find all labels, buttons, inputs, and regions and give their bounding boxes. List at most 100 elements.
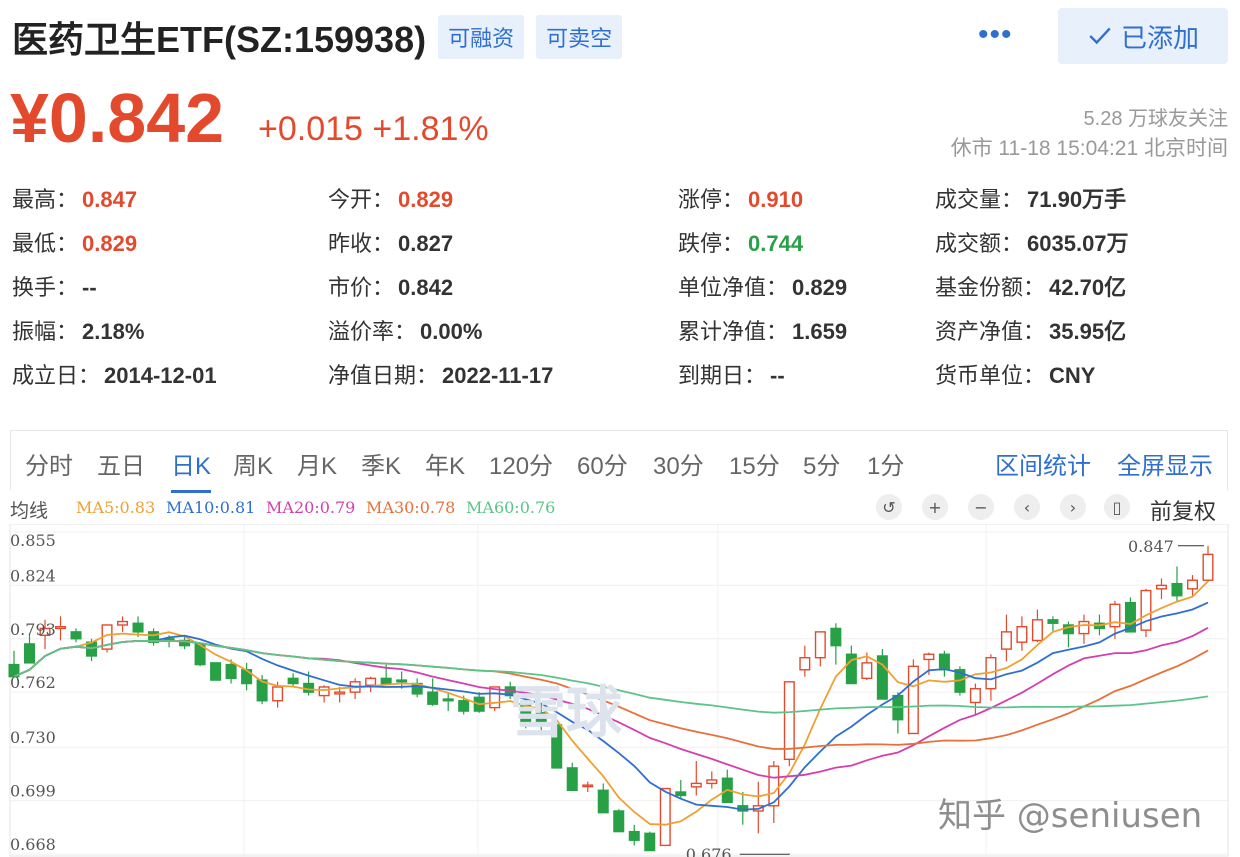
stat-value: 2022-11-17 — [442, 363, 554, 388]
stat-label: 资产净值： — [935, 319, 1046, 344]
page-title: 医药卫生ETF(SZ:159938) — [12, 19, 427, 60]
fullscreen-link[interactable]: 全屏显示 — [1117, 446, 1213, 481]
candle-body — [1171, 582, 1183, 597]
ma-label-1: MA10:0.81 — [166, 498, 256, 517]
margin-tag[interactable]: 可融资 — [438, 15, 525, 59]
adjust-select[interactable]: 前复权 — [1150, 494, 1216, 526]
tab-12[interactable]: 1分 — [867, 446, 904, 481]
candle-body — [597, 789, 609, 814]
candle-body — [923, 653, 935, 661]
stat-label: 振幅： — [12, 319, 79, 344]
added-watchlist-button[interactable]: 已添加 — [1058, 8, 1228, 64]
stat-item: 单位净值： 0.829 — [678, 270, 847, 302]
candle-body — [117, 620, 129, 626]
tab-6[interactable]: 年K — [425, 446, 465, 481]
more-icon[interactable]: ••• — [978, 18, 1013, 52]
stat-value: 0.847 — [82, 187, 138, 212]
zoom-in-icon[interactable]: + — [922, 494, 948, 520]
prev-icon[interactable]: ‹ — [1014, 494, 1040, 520]
undo-icon[interactable]: ↺ — [876, 494, 902, 520]
candle-body — [380, 677, 392, 685]
candle-body — [1047, 619, 1059, 624]
stat-item: 货币单位： CNY — [935, 358, 1095, 390]
candle-body — [272, 686, 284, 702]
stat-value: 42.70亿 — [1049, 275, 1127, 300]
candle-body — [458, 700, 470, 712]
candle-body — [628, 830, 640, 841]
y-tick-label: 0.668 — [10, 835, 56, 854]
candle-body — [318, 686, 330, 697]
candle-body — [566, 767, 578, 791]
candle-body — [1031, 619, 1043, 642]
candle-body — [907, 665, 919, 735]
candle-icon[interactable]: ▯ — [1104, 494, 1130, 520]
stat-item: 资产净值： 35.95亿 — [935, 314, 1126, 346]
tab-0[interactable]: 分时 — [25, 446, 73, 481]
candle-body — [814, 631, 826, 659]
tab-10[interactable]: 15分 — [729, 446, 780, 481]
ma-title: 均线 — [10, 501, 49, 522]
candle-body — [287, 677, 299, 685]
candle-body — [613, 810, 625, 833]
candle-body — [659, 787, 671, 847]
candle-body — [334, 691, 346, 695]
tab-7[interactable]: 120分 — [489, 446, 553, 481]
candle-body — [1016, 626, 1028, 643]
stat-value: 35.95亿 — [1049, 319, 1127, 344]
followers-count[interactable]: 5.28 万球友关注 — [1084, 102, 1228, 131]
stat-item: 昨收： 0.827 — [328, 226, 453, 258]
stat-value: 1.659 — [792, 319, 848, 344]
stat-value: -- — [770, 363, 785, 388]
stat-item: 涨停： 0.910 — [678, 182, 803, 214]
tab-4[interactable]: 月K — [297, 446, 337, 481]
stat-item: 溢价率： 0.00% — [328, 314, 482, 346]
range-stats-link[interactable]: 区间统计 — [995, 446, 1091, 481]
zoom-out-icon[interactable]: − — [968, 494, 994, 520]
stat-label: 到期日： — [678, 363, 767, 388]
stat-label: 昨收： — [328, 231, 395, 256]
short-sell-tag[interactable]: 可卖空 — [536, 15, 623, 59]
stat-label: 跌停： — [678, 231, 745, 256]
stat-item: 振幅： 2.18% — [12, 314, 144, 346]
stat-value: -- — [82, 275, 97, 300]
tab-2[interactable]: 日K — [171, 446, 212, 493]
stat-item: 换手： -- — [12, 270, 97, 302]
stat-value: 0.842 — [398, 275, 454, 300]
added-label: 已添加 — [1120, 22, 1199, 53]
candle-body — [365, 677, 377, 686]
y-tick-label: 0.762 — [10, 673, 56, 692]
tab-5[interactable]: 季K — [361, 446, 401, 481]
tab-8[interactable]: 60分 — [577, 446, 628, 481]
stat-label: 换手： — [12, 275, 79, 300]
candle-body — [1155, 584, 1167, 590]
stat-item: 基金份额： 42.70亿 — [935, 270, 1126, 302]
header: 医药卫生ETF(SZ:159938) 可融资 可卖空 — [12, 12, 623, 62]
candle-body — [1202, 553, 1214, 581]
tab-1[interactable]: 五日 — [97, 446, 145, 481]
stat-value: 6035.07万 — [1027, 231, 1129, 256]
candle-body — [706, 779, 718, 785]
stat-value: 0.829 — [792, 275, 848, 300]
next-icon[interactable]: › — [1060, 494, 1086, 520]
y-tick-label: 0.699 — [10, 782, 56, 801]
low-marker-label: 0.676 — [686, 845, 732, 857]
stat-label: 成交额： — [935, 231, 1024, 256]
candle-body — [830, 627, 842, 647]
candle-body — [55, 626, 67, 630]
tab-9[interactable]: 30分 — [653, 446, 704, 481]
market-status-time: 休市 11-18 15:04:21 北京时间 — [950, 137, 1228, 160]
candle-body — [70, 631, 82, 640]
candle-body — [427, 691, 439, 705]
candle-body — [582, 784, 594, 788]
xueqiu-logo-watermark: 雪球 — [510, 681, 622, 746]
candle-body — [690, 782, 702, 788]
stat-label: 最高： — [12, 187, 79, 212]
tab-11[interactable]: 5分 — [803, 446, 840, 481]
tab-3[interactable]: 周K — [233, 446, 273, 481]
candle-body — [132, 622, 144, 633]
current-price: ¥0.842 — [10, 79, 225, 157]
stat-item: 累计净值： 1.659 — [678, 314, 847, 346]
candle-body — [644, 832, 656, 852]
stat-label: 溢价率： — [328, 319, 417, 344]
candle-body — [861, 662, 873, 680]
